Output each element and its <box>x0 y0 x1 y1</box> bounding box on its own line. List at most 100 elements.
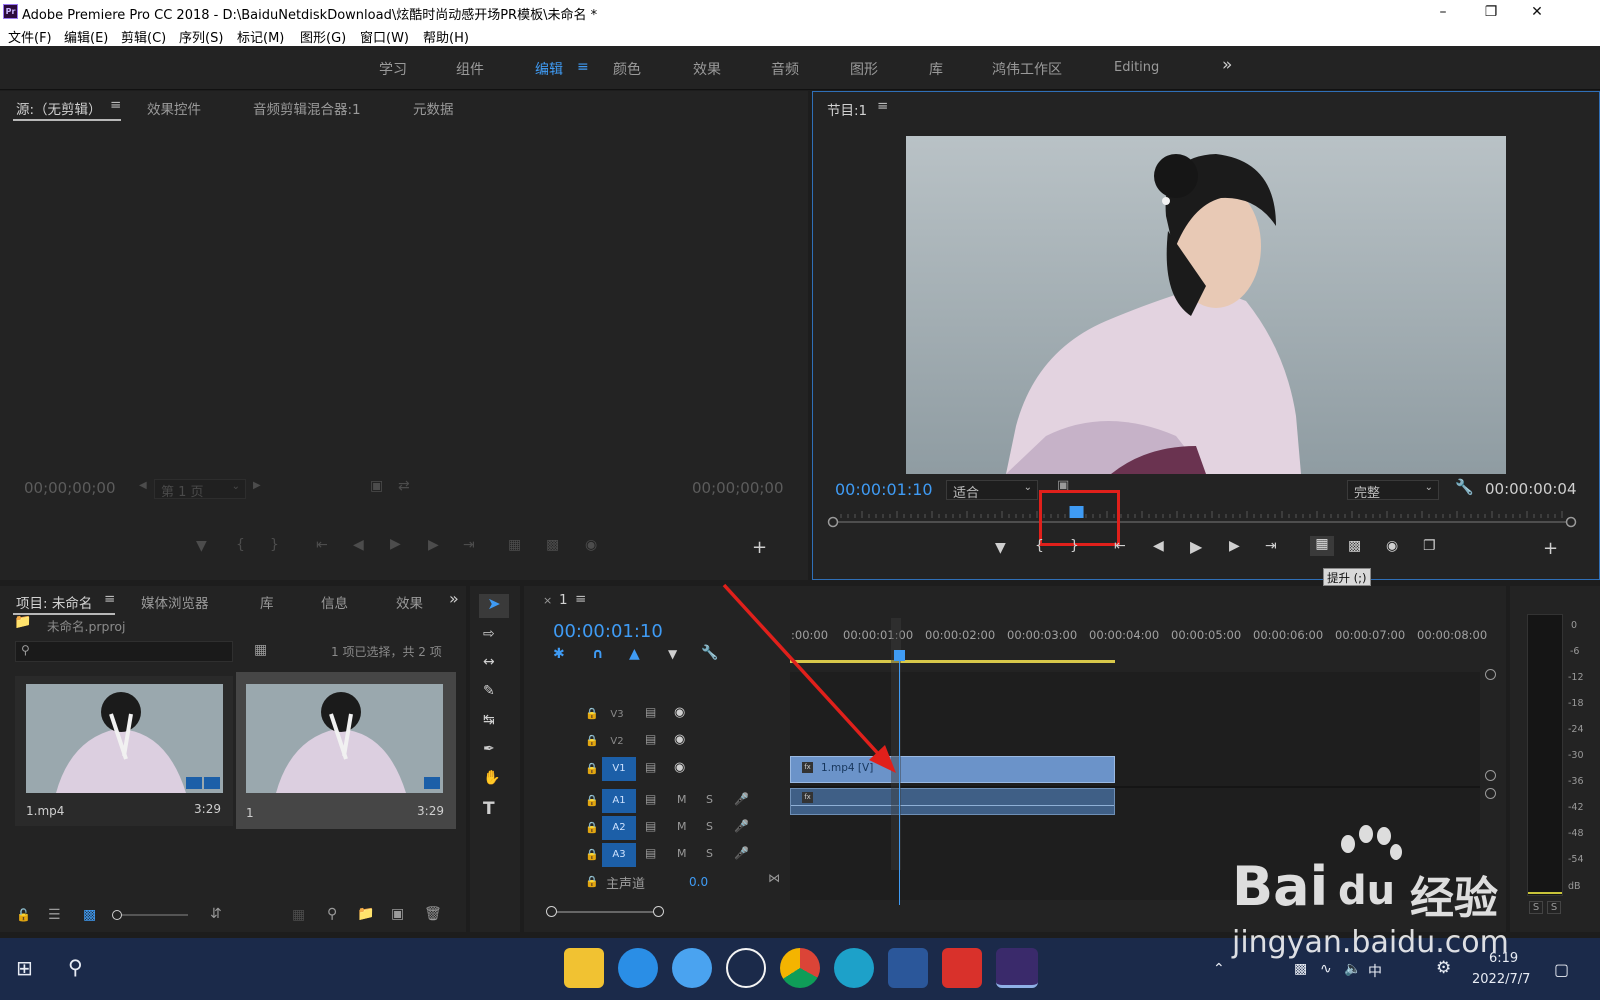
maximize-button[interactable]: ❐ <box>1468 0 1514 24</box>
quick-browser-icon[interactable] <box>672 948 712 988</box>
insert-icon[interactable]: ▦ <box>508 537 521 553</box>
add-button[interactable]: + <box>752 537 767 558</box>
work-area-bar[interactable] <box>790 660 1115 663</box>
track-label-v3[interactable]: V3 <box>600 703 634 727</box>
track-label-a3[interactable]: A3 <box>602 843 636 867</box>
play-button[interactable]: ▶ <box>1190 537 1202 556</box>
lock-icon[interactable]: 🔒 <box>585 848 599 861</box>
page-select[interactable]: 第 1 页 ⌄ <box>154 479 246 500</box>
new-item-icon[interactable]: ▣ <box>391 906 404 922</box>
panel-menu-icon[interactable]: ≡ <box>110 97 121 113</box>
menu-graphics[interactable]: 图形(G) <box>300 27 346 46</box>
sort-icon[interactable]: ⇵ <box>210 906 222 922</box>
tab-effects[interactable]: 效果 <box>396 592 423 612</box>
zoom-slider[interactable] <box>112 910 188 920</box>
slip-tool-icon[interactable]: ↹ <box>483 712 495 728</box>
tray-chevron-icon[interactable]: ⌃ <box>1213 961 1225 977</box>
track-label-v1[interactable]: V1 <box>602 757 636 781</box>
lock-icon[interactable]: 🔒 <box>585 734 599 747</box>
audio-clip[interactable]: fx <box>790 788 1115 815</box>
solo-button[interactable]: S <box>706 793 713 806</box>
timeline-settings-wrench-icon[interactable]: 🔧 <box>701 645 718 661</box>
linked-selection-icon[interactable]: ▲ <box>629 646 640 662</box>
hscroll-handle[interactable] <box>653 906 664 917</box>
tab-source[interactable]: 源:（无剪辑） <box>16 98 102 118</box>
snap-magnet-icon[interactable]: ∩ <box>592 646 603 662</box>
mark-in-icon[interactable]: { <box>236 537 245 553</box>
step-back-icon[interactable]: ◀ <box>1153 538 1164 554</box>
tab-project[interactable]: 项目: 未命名 <box>16 592 92 612</box>
list-view-icon[interactable]: ☰ <box>48 907 61 923</box>
microphone-icon[interactable]: 🎤 <box>734 819 749 833</box>
workspace-editing-en[interactable]: Editing <box>1114 60 1159 75</box>
mark-in-icon[interactable]: { <box>1035 538 1044 554</box>
step-back-icon[interactable]: ◀ <box>353 537 364 553</box>
eye-icon[interactable]: ◉ <box>674 705 685 720</box>
ripple-edit-tool-icon[interactable]: ↔ <box>483 654 495 670</box>
lock-icon[interactable]: 🔒 <box>585 821 599 834</box>
track-label-a1[interactable]: A1 <box>602 789 636 813</box>
wifi-icon[interactable]: ∿ <box>1320 961 1332 977</box>
mute-button[interactable]: M <box>677 793 687 806</box>
menu-edit[interactable]: 编辑(E) <box>64 27 108 46</box>
lock-icon[interactable]: 🔒 <box>585 875 599 888</box>
project-item-selected[interactable]: 1 3:29 <box>236 672 456 829</box>
menu-help[interactable]: 帮助(H) <box>423 27 469 46</box>
add-marker-icon[interactable]: ▼ <box>196 538 207 554</box>
workspace-menu-icon[interactable]: ≡ <box>577 59 589 75</box>
panel-menu-icon[interactable]: ≡ <box>877 98 888 114</box>
step-forward-icon[interactable]: ▶ <box>428 537 439 553</box>
workspace-assembly[interactable]: 组件 <box>456 59 484 79</box>
workspace-audio[interactable]: 音频 <box>771 59 799 79</box>
overwrite-icon[interactable]: ▩ <box>546 537 559 553</box>
edge-icon[interactable] <box>834 948 874 988</box>
step-forward-icon[interactable]: ▶ <box>1229 538 1240 554</box>
menu-file[interactable]: 文件(F) <box>8 27 52 46</box>
tab-media-browser[interactable]: 媒体浏览器 <box>141 592 209 612</box>
tab-info[interactable]: 信息 <box>321 592 348 612</box>
close-tab-icon[interactable]: × <box>543 594 552 607</box>
battery-icon[interactable]: ▩ <box>1294 961 1307 977</box>
video-clip[interactable]: fx 1.mp4 [V] <box>790 756 1115 783</box>
prev-page-icon[interactable]: ◀ <box>139 480 147 491</box>
fit-icon[interactable]: ▣ <box>370 478 383 494</box>
sync-lock-icon[interactable]: ▤ <box>645 705 656 719</box>
track-label-v2[interactable]: V2 <box>600 730 634 754</box>
microphone-icon[interactable]: 🎤 <box>734 792 749 806</box>
new-bin-icon[interactable]: 📁 <box>357 906 374 922</box>
lock-icon[interactable]: 🔒 <box>585 707 599 720</box>
meter-solo-button[interactable]: S <box>1547 901 1561 914</box>
ime-indicator[interactable]: 中 <box>1368 961 1382 981</box>
microphone-icon[interactable]: 🎤 <box>734 846 749 860</box>
menu-sequence[interactable]: 序列(S) <box>179 27 223 46</box>
sync-lock-icon[interactable]: ▤ <box>645 819 656 833</box>
program-title[interactable]: 节目:1 <box>827 99 867 119</box>
windows-start-icon[interactable]: ⊞ <box>16 956 33 980</box>
next-page-icon[interactable]: ▶ <box>253 480 261 491</box>
project-item[interactable]: 1.mp4 3:29 <box>15 676 233 826</box>
go-to-out-icon[interactable]: ⇥ <box>463 537 475 553</box>
drag-icon[interactable]: ⇄ <box>398 478 410 494</box>
solo-button[interactable]: S <box>706 820 713 833</box>
go-to-in-icon[interactable]: ⇤ <box>316 537 328 553</box>
mark-out-icon[interactable]: } <box>1070 538 1079 554</box>
add-button[interactable]: + <box>1543 538 1558 559</box>
icon-view-icon[interactable]: ▩ <box>83 907 96 923</box>
vscroll-handle[interactable] <box>1485 788 1496 799</box>
pen-tool-icon[interactable]: ✒ <box>483 741 495 757</box>
close-button[interactable]: ✕ <box>1514 0 1560 24</box>
trash-icon[interactable]: 🗑 <box>424 906 442 922</box>
master-bowtie-icon[interactable]: ⋈ <box>768 871 780 885</box>
sync-lock-icon[interactable]: ▤ <box>645 792 656 806</box>
add-marker-icon[interactable]: ▼ <box>995 540 1006 556</box>
timeline-hscroll[interactable] <box>546 906 664 917</box>
ie-browser-icon[interactable] <box>618 948 658 988</box>
selection-tool-icon[interactable]: ➤ <box>479 594 509 618</box>
add-marker-icon[interactable]: ▼ <box>668 647 677 661</box>
razor-tool-icon[interactable]: ✎ <box>483 683 495 699</box>
camera-icon[interactable]: ◉ <box>1386 538 1398 554</box>
file-explorer-icon[interactable] <box>564 948 604 988</box>
hscroll-handle[interactable] <box>546 906 557 917</box>
track-label-a2[interactable]: A2 <box>602 816 636 840</box>
sync-lock-icon[interactable]: ▤ <box>645 846 656 860</box>
